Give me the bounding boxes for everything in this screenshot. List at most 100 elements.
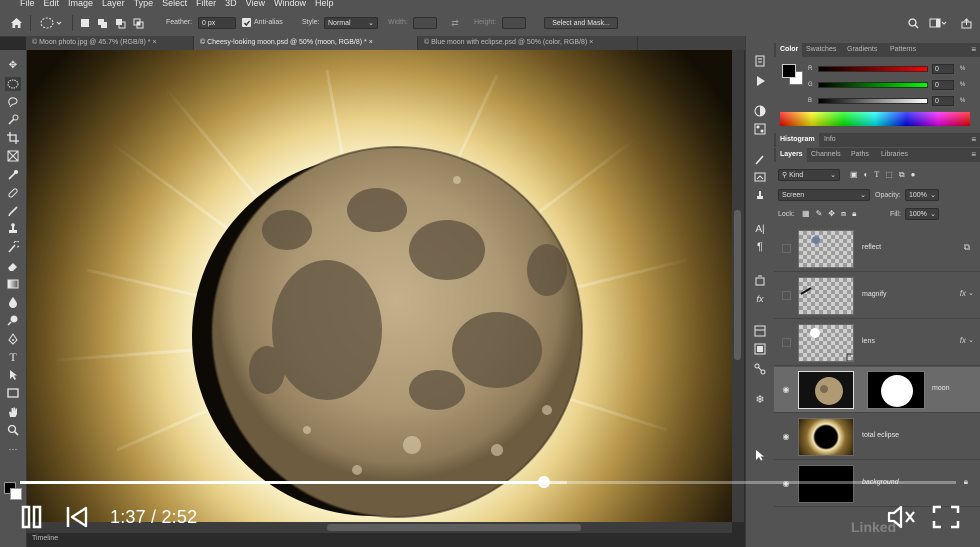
blur-tool-icon[interactable]: [5, 295, 21, 309]
paths-panel-icon[interactable]: [752, 362, 768, 376]
b-value-input[interactable]: 0: [932, 96, 954, 106]
pause-icon[interactable]: [20, 505, 44, 529]
tab-gradients[interactable]: Gradients: [843, 43, 881, 57]
dodge-tool-icon[interactable]: [5, 313, 21, 327]
layer-mask-thumbnail[interactable]: [867, 371, 925, 409]
layer-row[interactable]: ◉ total eclipse: [774, 414, 980, 460]
history-brush-tool-icon[interactable]: [5, 240, 21, 254]
antialias-checkbox[interactable]: [242, 18, 251, 27]
panel-menu-icon[interactable]: ≡: [971, 135, 976, 144]
gradient-tool-icon[interactable]: [5, 277, 21, 291]
history-panel-icon[interactable]: [752, 54, 768, 68]
chevron-down-icon[interactable]: ⌄: [968, 289, 974, 297]
layer-row[interactable]: magnify fx ⌄: [774, 273, 980, 319]
rectangle-tool-icon[interactable]: [5, 386, 21, 400]
tab-info[interactable]: Info: [820, 133, 840, 147]
path-selection-tool-icon[interactable]: [5, 368, 21, 382]
clone-stamp-tool-icon[interactable]: [5, 222, 21, 236]
panel-menu-icon[interactable]: ≡: [971, 45, 976, 54]
swap-dimensions-icon[interactable]: ⇄: [448, 17, 462, 29]
healing-brush-tool-icon[interactable]: [5, 186, 21, 200]
intersect-selection-icon[interactable]: [132, 17, 146, 29]
close-icon[interactable]: ×: [369, 39, 373, 46]
menu-filter[interactable]: Filter: [196, 0, 216, 8]
fx-icon[interactable]: fx: [752, 292, 768, 306]
tab-layers[interactable]: Layers: [776, 148, 807, 162]
tab-color[interactable]: Color: [776, 43, 803, 57]
character-panel-icon[interactable]: A|: [752, 222, 768, 236]
tab-histogram[interactable]: Histogram: [776, 133, 819, 147]
chevron-down-icon[interactable]: ⌄: [968, 336, 974, 344]
libraries-panel-icon[interactable]: [752, 324, 768, 338]
marquee-tool-icon[interactable]: [38, 16, 64, 30]
menu-file[interactable]: File: [20, 0, 35, 8]
new-selection-icon[interactable]: [78, 17, 92, 29]
r-slider[interactable]: [818, 66, 928, 72]
lasso-tool-icon[interactable]: [5, 95, 21, 109]
eraser-tool-icon[interactable]: [5, 259, 21, 273]
menu-edit[interactable]: Edit: [44, 0, 60, 8]
height-input[interactable]: [502, 17, 526, 29]
clone-source-icon[interactable]: [752, 188, 768, 202]
b-slider[interactable]: [818, 98, 928, 104]
fx-icon[interactable]: fx: [960, 336, 966, 345]
style-select[interactable]: Normal ⌄: [324, 17, 378, 29]
close-icon[interactable]: ×: [589, 39, 593, 46]
lock-transparent-icon[interactable]: ▦: [802, 209, 810, 219]
pixel-filter-icon[interactable]: ▣: [850, 170, 858, 180]
zoom-tool-icon[interactable]: [5, 423, 21, 437]
fx-icon[interactable]: fx: [960, 289, 966, 298]
tab-moon-photo[interactable]: © Moon photo.jpg @ 45.7% (RGB/8) * ×: [26, 36, 194, 50]
menu-help[interactable]: Help: [315, 0, 334, 8]
shape-filter-icon[interactable]: ⬚: [885, 170, 893, 180]
hand-tool-icon[interactable]: [5, 405, 21, 419]
subtract-selection-icon[interactable]: [114, 17, 128, 29]
color-spectrum-bar[interactable]: [780, 112, 970, 126]
tab-swatches[interactable]: Swatches: [802, 43, 840, 57]
feather-input[interactable]: 0 px: [198, 17, 236, 29]
tab-patterns[interactable]: Patterns: [886, 43, 920, 57]
actions-panel-icon[interactable]: [752, 74, 768, 88]
horizontal-scroll-thumb[interactable]: [327, 524, 581, 531]
paragraph-panel-icon[interactable]: ¶: [752, 240, 768, 254]
lock-position-icon[interactable]: ✥: [828, 209, 835, 219]
lock-artboard-icon[interactable]: ⧈: [841, 209, 846, 219]
visibility-toggle[interactable]: [782, 244, 791, 253]
home-icon[interactable]: [8, 16, 24, 30]
eye-icon[interactable]: ◉: [781, 431, 791, 441]
document-canvas[interactable]: [27, 50, 732, 522]
tab-cheesy-moon[interactable]: © Cheesy-looking moon.psd @ 50% (moon, R…: [194, 36, 418, 50]
search-icon[interactable]: [906, 16, 920, 30]
tab-paths[interactable]: Paths: [847, 148, 873, 162]
vertical-scrollbar[interactable]: [732, 50, 744, 522]
more-tools-icon[interactable]: ···: [5, 442, 21, 456]
lock-image-icon[interactable]: ✎: [816, 209, 823, 219]
smart-object-filter-icon[interactable]: ⧉: [899, 170, 905, 180]
share-icon[interactable]: [959, 16, 973, 30]
previous-icon[interactable]: [65, 505, 89, 529]
frame-tool-icon[interactable]: [5, 149, 21, 163]
crop-tool-icon[interactable]: [5, 131, 21, 145]
tab-blue-moon[interactable]: © Blue moon with eclipse.psd @ 50% (colo…: [418, 36, 638, 50]
layer-row-selected[interactable]: ◉ moon: [774, 367, 980, 413]
tab-libraries[interactable]: Libraries: [877, 148, 912, 162]
type-filter-icon[interactable]: T: [874, 170, 879, 180]
fill-input[interactable]: 100% ⌄: [905, 208, 939, 220]
brushes-panel-icon[interactable]: [752, 170, 768, 184]
elliptical-marquee-tool-icon[interactable]: [5, 77, 21, 91]
vertical-scroll-thumb[interactable]: [734, 210, 741, 360]
adjustments-panel-icon[interactable]: [752, 104, 768, 118]
lock-all-icon[interactable]: 🔒︎: [852, 209, 856, 219]
filter-toggle-icon[interactable]: ●: [911, 170, 916, 180]
quick-select-tool-icon[interactable]: [5, 113, 21, 127]
visibility-toggle[interactable]: [782, 338, 791, 347]
r-value-input[interactable]: 0: [932, 64, 954, 74]
pen-tool-icon[interactable]: [5, 332, 21, 346]
menu-3d[interactable]: 3D: [225, 0, 237, 8]
layer-row[interactable]: reflect ⧉: [774, 226, 980, 272]
menu-image[interactable]: Image: [68, 0, 93, 8]
foreground-color-chip[interactable]: [782, 64, 796, 78]
eyedropper-tool-icon[interactable]: [5, 168, 21, 182]
fullscreen-icon[interactable]: [932, 505, 960, 529]
type-tool-icon[interactable]: T: [5, 350, 21, 364]
